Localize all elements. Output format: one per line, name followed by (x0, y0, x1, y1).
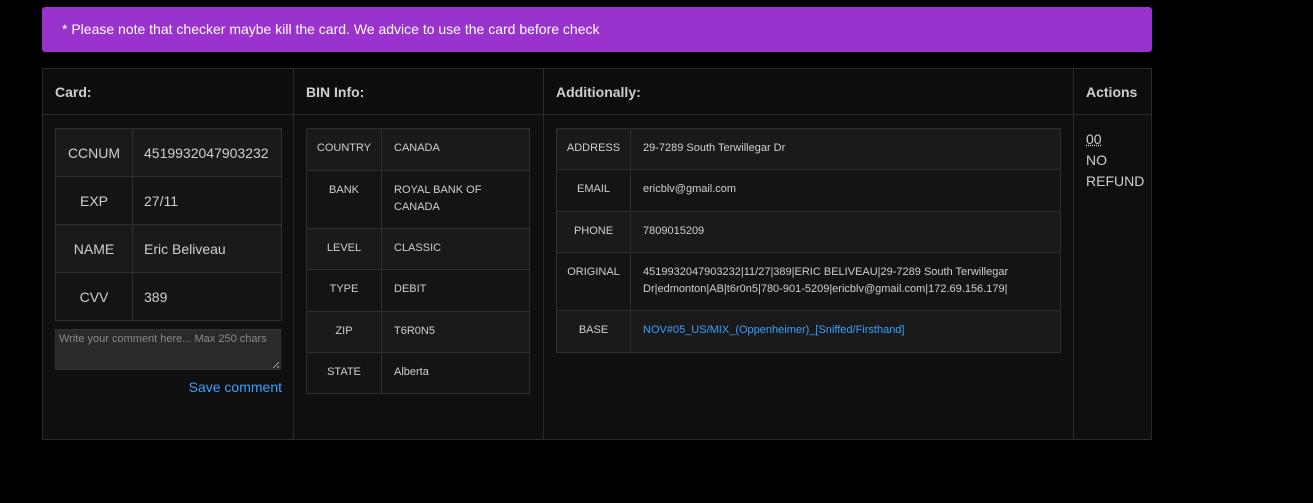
save-comment-link[interactable]: Save comment (188, 379, 282, 395)
table-row: ADDRESS 29-7289 South Terwillegar Dr (556, 128, 1061, 170)
table-row: NAME Eric Beliveau (55, 224, 282, 273)
card-column: Card: CCNUM 4519932047903232 EXP 27/11 N… (43, 69, 294, 439)
card-key-exp: EXP (55, 176, 133, 225)
bin-key-country: COUNTRY (306, 128, 382, 171)
additional-value-email: ericblv@gmail.com (630, 169, 1061, 212)
table-row: ZIP T6R0N5 (306, 311, 530, 353)
table-row: EMAIL ericblv@gmail.com (556, 169, 1061, 212)
table-row: COUNTRY CANADA (306, 128, 530, 171)
bin-value-zip: T6R0N5 (381, 311, 530, 353)
refund-status: NO REFUND (1086, 152, 1145, 189)
actions-content: 00 NO REFUND (1086, 129, 1146, 192)
actions-column: Actions 00 NO REFUND (1074, 69, 1151, 439)
table-row: BASE NOV#05_US/MIX_(Oppenheimer)_[Sniffe… (556, 310, 1061, 353)
table-row: CCNUM 4519932047903232 (55, 128, 282, 177)
additional-column-header: Additionally: (544, 69, 1073, 115)
card-value-name: Eric Beliveau (132, 224, 282, 273)
additional-value-address: 29-7289 South Terwillegar Dr (630, 128, 1061, 170)
bin-column: BIN Info: COUNTRY CANADA BANK ROYAL BANK… (294, 69, 544, 439)
additional-table: ADDRESS 29-7289 South Terwillegar Dr EMA… (556, 128, 1061, 353)
bin-value-bank: ROYAL BANK OF CANADA (381, 170, 530, 229)
card-column-header: Card: (43, 69, 293, 115)
additional-key-phone: PHONE (556, 211, 631, 253)
card-value-ccnum: 4519932047903232 (132, 128, 282, 177)
table-row: STATE Alberta (306, 352, 530, 394)
card-key-cvv: CVV (55, 272, 133, 321)
bin-table: COUNTRY CANADA BANK ROYAL BANK OF CANADA… (306, 128, 530, 394)
notice-banner: * Please note that checker maybe kill th… (42, 7, 1152, 52)
additional-key-address: ADDRESS (556, 128, 631, 170)
additional-key-base: BASE (556, 310, 631, 353)
bin-value-country: CANADA (381, 128, 530, 171)
bin-value-state: Alberta (381, 352, 530, 394)
additional-column: Additionally: ADDRESS 29-7289 South Terw… (544, 69, 1074, 439)
card-value-exp: 27/11 (132, 176, 282, 225)
additional-key-original: ORIGINAL (556, 252, 631, 311)
actions-column-header: Actions (1074, 69, 1151, 115)
bin-value-level: CLASSIC (381, 228, 530, 270)
additional-value-phone: 7809015209 (630, 211, 1061, 253)
bin-key-bank: BANK (306, 170, 382, 229)
additional-key-email: EMAIL (556, 169, 631, 212)
card-key-name: NAME (55, 224, 133, 273)
base-link[interactable]: NOV#05_US/MIX_(Oppenheimer)_[Sniffed/Fir… (643, 324, 904, 336)
additional-value-original: 4519932047903232|11/27|389|ERIC BELIVEAU… (630, 252, 1061, 311)
card-key-ccnum: CCNUM (55, 128, 133, 177)
bin-column-header: BIN Info: (294, 69, 543, 115)
comment-input[interactable] (55, 329, 281, 370)
table-row: BANK ROYAL BANK OF CANADA (306, 170, 530, 229)
bin-key-state: STATE (306, 352, 382, 394)
bin-value-type: DEBIT (381, 269, 530, 312)
table-row: EXP 27/11 (55, 176, 282, 225)
card-details-panel: Card: CCNUM 4519932047903232 EXP 27/11 N… (42, 68, 1152, 440)
table-row: PHONE 7809015209 (556, 211, 1061, 253)
bin-key-level: LEVEL (306, 228, 382, 270)
additional-value-base: NOV#05_US/MIX_(Oppenheimer)_[Sniffed/Fir… (630, 310, 1061, 353)
card-table: CCNUM 4519932047903232 EXP 27/11 NAME Er… (55, 128, 282, 321)
table-row: CVV 389 (55, 272, 282, 321)
bin-key-type: TYPE (306, 269, 382, 312)
table-row: LEVEL CLASSIC (306, 228, 530, 270)
card-value-cvv: 389 (132, 272, 282, 321)
bin-key-zip: ZIP (306, 311, 382, 353)
table-row: ORIGINAL 4519932047903232|11/27|389|ERIC… (556, 252, 1061, 311)
check-timer: 00 (1086, 131, 1102, 147)
table-row: TYPE DEBIT (306, 269, 530, 312)
